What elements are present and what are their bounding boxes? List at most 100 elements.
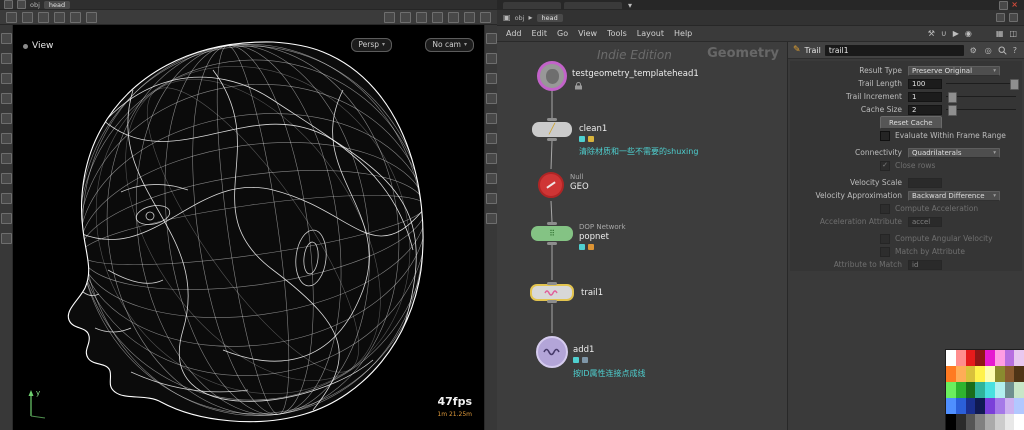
move-tool-icon[interactable] (38, 11, 49, 23)
color-swatch[interactable] (965, 382, 976, 398)
left-path-context[interactable]: obj (30, 1, 40, 9)
color-swatch[interactable] (1004, 350, 1015, 366)
node-label[interactable]: popnet (579, 232, 609, 242)
menu-help[interactable]: Help (669, 29, 697, 38)
path-pin-icon[interactable] (996, 13, 1005, 22)
path-context[interactable]: obj (515, 14, 525, 22)
flag-badge-icon[interactable] (588, 136, 594, 142)
view-settings-icon[interactable] (485, 213, 497, 224)
trail-increment-slider[interactable] (946, 92, 1016, 103)
info-badge-icon[interactable] (582, 357, 588, 363)
path-node[interactable]: head (536, 13, 563, 22)
reset-cache-button[interactable]: Reset Cache (880, 116, 942, 129)
comment-badge-icon[interactable] (579, 244, 585, 250)
color-swatch[interactable] (985, 350, 995, 366)
menu-add[interactable]: Add (501, 29, 527, 38)
strip-pose-icon[interactable] (0, 113, 12, 124)
color-swatch[interactable] (1004, 414, 1015, 430)
cache-size-input[interactable]: 2 (908, 104, 942, 115)
view-frame-icon[interactable] (485, 53, 497, 64)
color-swatch[interactable] (985, 414, 995, 430)
velocity-approximation-dropdown[interactable]: Backward Difference ▾ (908, 190, 1000, 201)
shade-mode-icon[interactable] (416, 11, 427, 23)
strip-sculpt-icon[interactable] (0, 133, 12, 144)
view-camera-icon[interactable] (485, 173, 497, 184)
color-swatch[interactable] (1004, 366, 1015, 382)
strip-select-icon[interactable] (0, 33, 12, 44)
view-normals-icon[interactable] (485, 133, 497, 144)
select-tool-icon[interactable] (6, 11, 17, 23)
menu-edit[interactable]: Edit (527, 29, 553, 38)
color-swatch[interactable] (985, 366, 995, 382)
color-swatch[interactable] (1014, 350, 1024, 366)
color-swatch[interactable] (1004, 398, 1015, 414)
compute-angular-velocity-checkbox[interactable] (880, 233, 890, 244)
trail-length-slider[interactable] (946, 79, 1020, 90)
color-swatch[interactable] (1014, 398, 1024, 414)
color-swatch[interactable] (994, 382, 1005, 398)
path-history-icon[interactable] (1009, 13, 1018, 22)
flag-badge-icon[interactable] (588, 244, 594, 250)
pane-menu-icon[interactable] (4, 0, 13, 9)
lighting-icon[interactable] (448, 11, 459, 23)
color-swatch[interactable] (975, 382, 985, 398)
strip-paint-icon[interactable] (0, 153, 12, 164)
node-label[interactable]: testgeometry_templatehead1 (572, 69, 699, 79)
color-swatch[interactable] (946, 350, 956, 366)
color-swatch[interactable] (955, 366, 966, 382)
color-swatch[interactable] (1004, 382, 1015, 398)
velocity-scale-input[interactable] (908, 177, 942, 188)
color-swatch[interactable] (965, 414, 976, 430)
color-swatch[interactable] (955, 350, 966, 366)
color-swatch[interactable] (994, 414, 1005, 430)
snap-grid-icon[interactable] (384, 11, 395, 23)
menu-view[interactable]: View (573, 29, 602, 38)
view-wire-icon[interactable] (485, 113, 497, 124)
pan-tool-icon[interactable] (22, 11, 33, 23)
comment-badge-icon[interactable] (573, 357, 579, 363)
strip-rotate-icon[interactable] (0, 73, 12, 84)
color-swatch[interactable] (975, 366, 985, 382)
color-swatch[interactable] (955, 414, 966, 430)
close-icon[interactable]: × (1011, 1, 1018, 9)
wrench-icon[interactable]: ⚒ (925, 29, 938, 38)
strip-translate-icon[interactable] (0, 53, 12, 64)
node-label[interactable]: trail1 (581, 288, 603, 298)
menu-go[interactable]: Go (552, 29, 573, 38)
help-icon[interactable]: ? (1011, 46, 1019, 55)
gear-icon[interactable]: ⚙ (968, 46, 979, 55)
color-swatch[interactable] (975, 350, 985, 366)
color-swatch[interactable] (946, 414, 956, 430)
camera-menu[interactable]: No cam ▾ (425, 38, 474, 52)
grid-icon[interactable]: ▦ (993, 29, 1007, 38)
crosshair-icon[interactable]: ◎ (983, 46, 994, 55)
color-swatch[interactable] (955, 398, 966, 414)
attribute-to-match-input[interactable]: id (908, 259, 942, 270)
node-add1[interactable] (536, 336, 568, 368)
color-swatch[interactable] (946, 366, 956, 382)
color-swatch[interactable] (955, 382, 966, 398)
evaluate-within-checkbox[interactable] (880, 130, 890, 141)
strip-key-icon[interactable] (0, 193, 12, 204)
node-geo-null[interactable] (538, 172, 564, 198)
color-swatch[interactable] (1014, 414, 1024, 430)
search-icon[interactable] (998, 46, 1007, 55)
node-testgeometry-templatehead1[interactable] (537, 61, 567, 91)
node-trail1-selected[interactable] (530, 284, 574, 301)
color-swatch[interactable] (994, 366, 1005, 382)
close-rows-checkbox[interactable]: ✓ (880, 160, 890, 171)
view-light-icon[interactable] (485, 193, 497, 204)
color-swatch[interactable] (946, 382, 956, 398)
color-swatch[interactable] (975, 414, 985, 430)
node-name-input[interactable]: trail1 (824, 44, 964, 56)
view-grid-icon[interactable] (485, 73, 497, 84)
color-swatch[interactable] (965, 398, 976, 414)
strip-render-icon[interactable] (0, 213, 12, 224)
magnet-icon[interactable]: ∪ (938, 29, 950, 38)
comment-badge-icon[interactable] (579, 136, 585, 142)
left-path-node[interactable]: head (43, 0, 71, 9)
acceleration-attribute-input[interactable]: accel (908, 216, 942, 227)
menu-layout[interactable]: Layout (632, 29, 669, 38)
trail-increment-input[interactable]: 1 (908, 91, 942, 102)
pin-icon[interactable] (23, 43, 28, 49)
